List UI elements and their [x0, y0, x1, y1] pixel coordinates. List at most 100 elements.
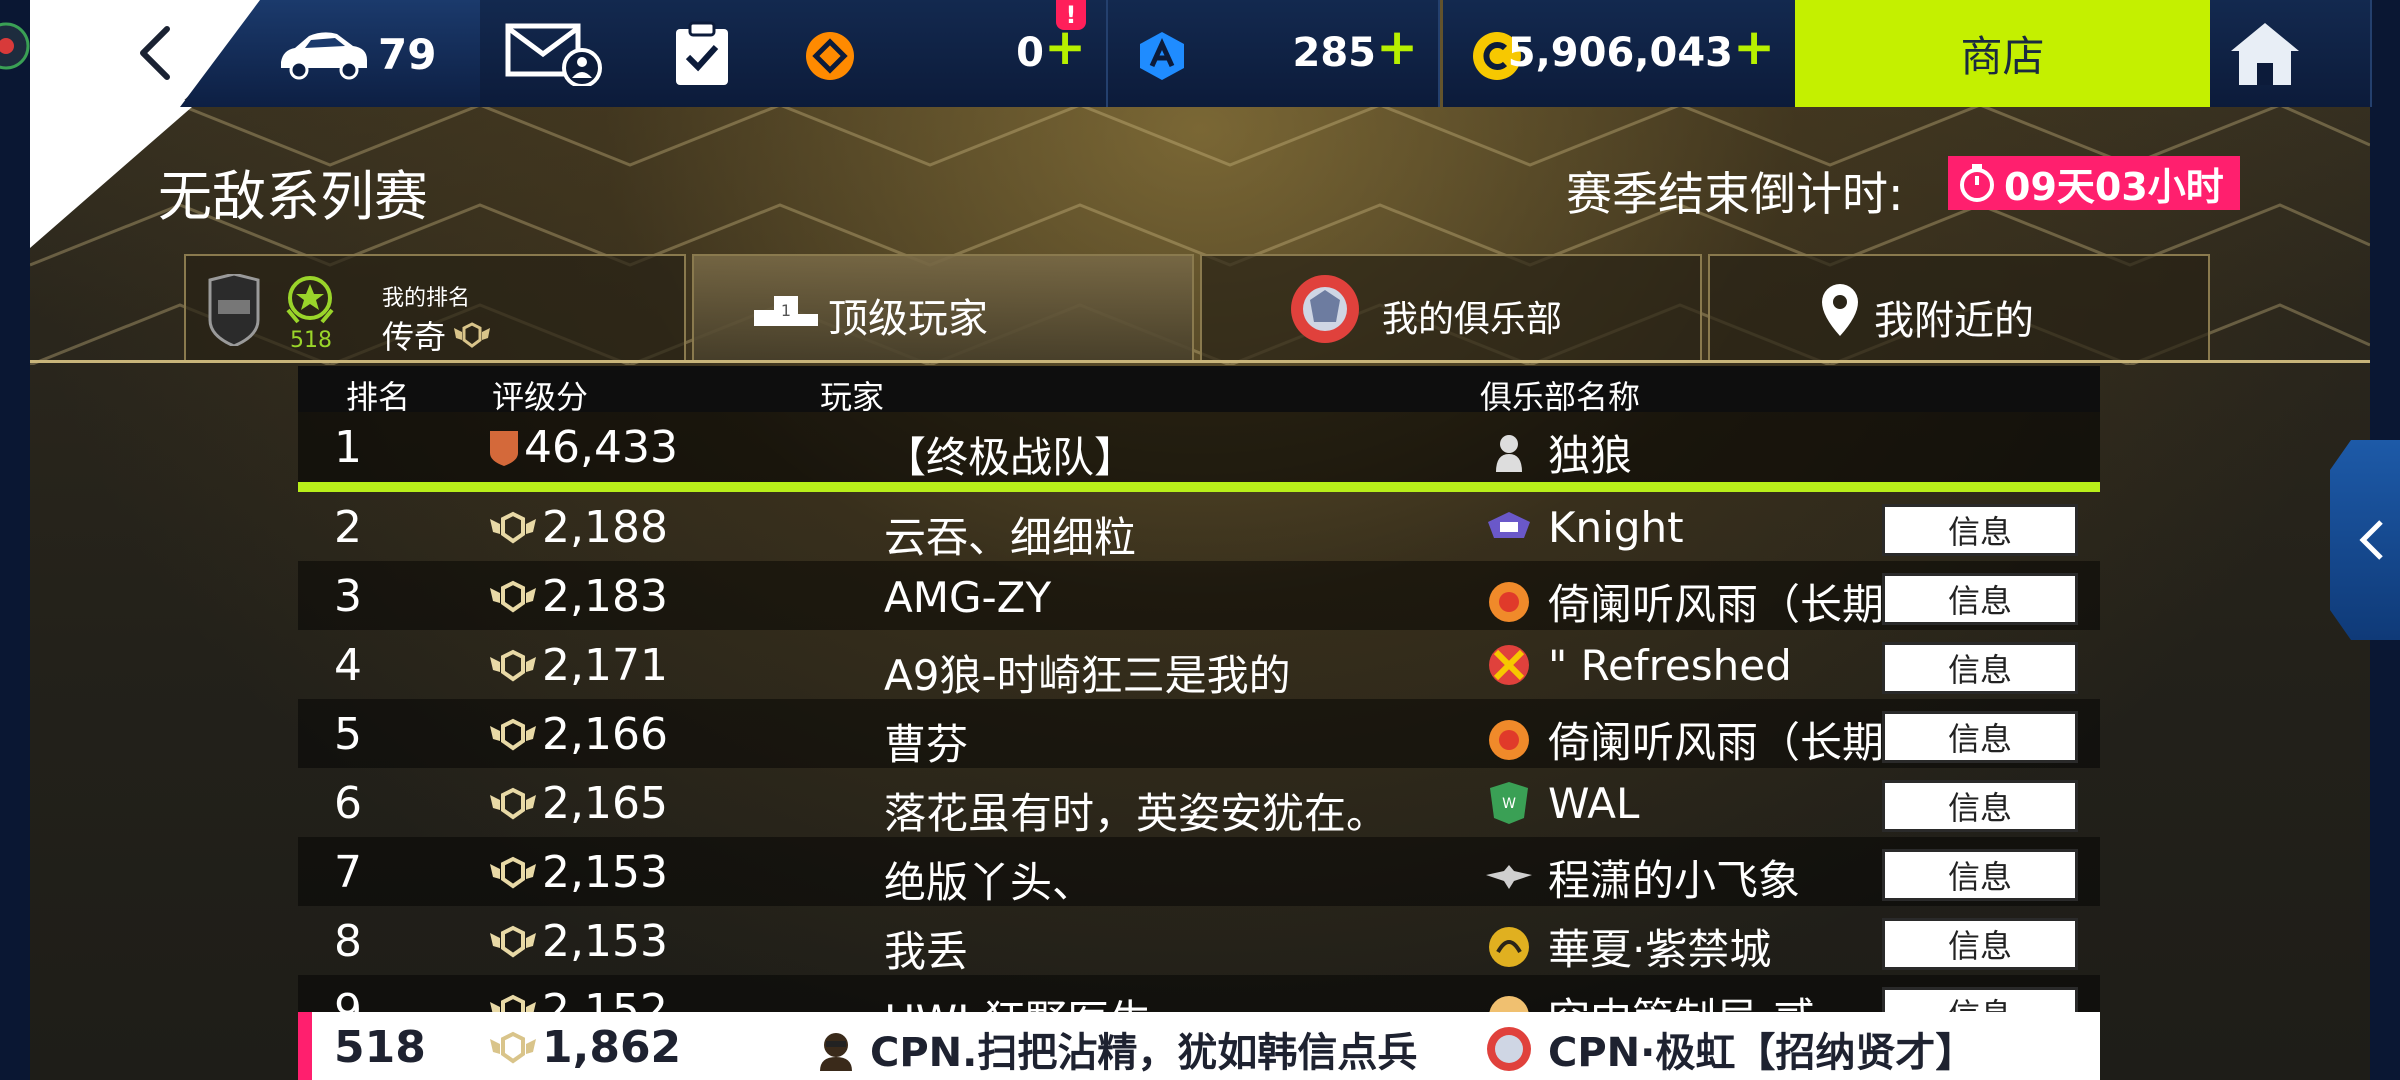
- table-row[interactable]: 2 2,188 云吞、细细粒 Knight 信息: [298, 492, 2100, 562]
- tab-baseline: [30, 360, 2370, 363]
- row-club-name: 倚阑听风雨（长期: [1548, 580, 1885, 629]
- row-score: 2,153: [488, 847, 668, 898]
- row-score: 46,433: [488, 422, 678, 473]
- my-rank: 518: [334, 1022, 426, 1073]
- podium-icon: 1: [754, 296, 818, 326]
- home-button[interactable]: [2210, 0, 2322, 107]
- my-player-name-text: CPN.扫把沾精，犹如韩信点兵: [870, 1030, 1418, 1076]
- my-player-name: CPN.扫把沾精，犹如韩信点兵: [812, 1020, 1417, 1078]
- location-pin-icon: [1822, 284, 1858, 336]
- info-button[interactable]: 信息: [1882, 918, 2078, 970]
- row-rank: 2: [334, 502, 362, 553]
- blueprint-a-icon: [1140, 32, 1184, 80]
- table-row[interactable]: 7 2,153 绝版丫头、 程潇的小飞象 信息: [298, 837, 2100, 907]
- tab-top-players[interactable]: 1 顶级玩家: [692, 254, 1194, 362]
- row-player: AMG-ZY: [884, 573, 1052, 622]
- page-title: 无敌系列赛: [158, 165, 428, 228]
- table-header: 排名 评级分 玩家 俱乐部名称: [298, 366, 2100, 416]
- home-icon: [2231, 22, 2299, 85]
- svg-text:1: 1: [781, 301, 791, 320]
- table-row[interactable]: 6 2,165 落花虽有时，英姿安犹在。 W WAL 信息: [298, 768, 2100, 838]
- top-rank-shield-icon: [490, 430, 518, 466]
- my-rank-tier-label: 传奇: [382, 318, 447, 356]
- my-rank-number: 518: [290, 328, 332, 353]
- table-row[interactable]: 4 2,171 A9狼-时崎狂三是我的 " Refreshed 信息: [298, 630, 2100, 700]
- row-score-value: 2,153: [542, 916, 668, 967]
- row-club-name: 倚阑听风雨（长期: [1548, 718, 1885, 767]
- wal-club-icon: W: [1490, 782, 1528, 824]
- row-score-value: 2,153: [542, 847, 668, 898]
- row-player: 我丢: [884, 927, 969, 976]
- row-rank: 3: [334, 571, 362, 622]
- legend-wings-icon: [490, 580, 536, 612]
- clipboard-check-icon: [676, 21, 728, 85]
- info-button[interactable]: 信息: [1882, 780, 2078, 832]
- row-player: 曹芬: [884, 720, 969, 769]
- legend-wings-icon: [490, 1031, 536, 1063]
- my-row-highlight-bar: [298, 1012, 312, 1080]
- info-button[interactable]: 信息: [1882, 573, 2078, 625]
- row-rank: 7: [334, 847, 362, 898]
- row-rank: 1: [334, 422, 362, 473]
- tab-my-rank[interactable]: 518 我的排名 传奇: [184, 254, 686, 362]
- table-row[interactable]: 3 2,183 AMG-ZY 倚阑听风雨（长期 信息: [298, 561, 2100, 630]
- row-score-value: 2,166: [542, 709, 668, 760]
- row-score: 2,153: [488, 916, 668, 967]
- row-club-name: 独狼: [1548, 431, 1633, 480]
- app-root: 79 0 + ! 285 + 5,906,043 + 商店 无敌系列赛 赛季结束…: [0, 0, 2400, 1080]
- table-row[interactable]: 8 2,153 我丢 華夏·紫禁城 信息: [298, 906, 2100, 976]
- topbar-edge: [2320, 0, 2372, 107]
- legend-wings-icon: [490, 511, 536, 543]
- mail-button[interactable]: [480, 0, 630, 107]
- token-diamond-icon: [806, 32, 854, 80]
- table-row[interactable]: 5 2,166 曹芬 倚阑听风雨（长期 信息: [298, 699, 2100, 769]
- league-shield-icon: [208, 274, 260, 346]
- legend-wings-icon: [454, 322, 491, 348]
- info-button[interactable]: 信息: [1882, 642, 2078, 694]
- row-rank: 5: [334, 709, 362, 760]
- table-row[interactable]: 1 46,433 【终极战队】 独狼: [298, 412, 2100, 492]
- back-button[interactable]: [120, 18, 190, 88]
- currency-blueprints[interactable]: 285 +: [1108, 0, 1440, 107]
- row-rank: 4: [334, 640, 362, 691]
- lone-wolf-club-icon: [1496, 434, 1522, 472]
- winged-club-icon: [1486, 864, 1532, 889]
- row-club-name: WAL: [1548, 778, 1640, 828]
- credits-value: 5,906,043: [1507, 30, 1733, 76]
- shop-button[interactable]: 商店: [1795, 0, 2210, 107]
- add-credits-button[interactable]: +: [1733, 22, 1775, 72]
- tab-my-club[interactable]: 我的俱乐部: [1200, 254, 1702, 362]
- info-button[interactable]: 信息: [1882, 849, 2078, 901]
- legend-wings-icon: [490, 925, 536, 957]
- row-player: 绝版丫头、: [884, 858, 1095, 907]
- knight-club-icon: [1488, 512, 1530, 538]
- info-button[interactable]: 信息: [1882, 504, 2078, 556]
- season-countdown-label: 赛季结束倒计时:: [1566, 167, 1904, 221]
- my-club-name: CPN·极虹【招纳贤才】: [1484, 1020, 1975, 1078]
- tasks-button[interactable]: [628, 0, 778, 107]
- row-score: 2,188: [488, 502, 668, 553]
- row-rank: 8: [334, 916, 362, 967]
- app-switcher-icon[interactable]: [0, 18, 34, 74]
- tiger-club-icon: [1489, 581, 1529, 622]
- row-player: A9狼-时崎狂三是我的: [884, 651, 1291, 700]
- my-player-row[interactable]: 518 1,862 CPN.扫把沾精，犹如韩信点兵 CPN·极虹【招纳贤才】: [298, 1012, 2100, 1080]
- add-blueprints-button[interactable]: +: [1376, 22, 1418, 72]
- stopwatch-icon: [1960, 164, 1994, 202]
- row-score-value: 2,165: [542, 778, 668, 829]
- currency-credits[interactable]: 5,906,043 +: [1443, 0, 1797, 107]
- my-score-value: 1,862: [542, 1022, 682, 1073]
- tokens-value: 0: [1016, 30, 1044, 76]
- countdown-value: 09天03小时: [2004, 164, 2224, 209]
- car-icon: [281, 32, 367, 80]
- row-player: 【终极战队】: [884, 433, 1137, 482]
- svg-text:W: W: [1502, 796, 1516, 812]
- tab-nearby[interactable]: 我附近的: [1708, 254, 2210, 362]
- crossed-swords-club-icon: [1489, 645, 1529, 685]
- tab-my-club-label: 我的俱乐部: [1382, 299, 1563, 340]
- side-drawer-toggle[interactable]: [2330, 440, 2400, 640]
- my-rank-caption: 我的排名: [382, 286, 471, 311]
- my-club-name-text: CPN·极虹【招纳贤才】: [1548, 1030, 1976, 1076]
- info-button[interactable]: 信息: [1882, 711, 2078, 763]
- row-score: 2,166: [488, 709, 668, 760]
